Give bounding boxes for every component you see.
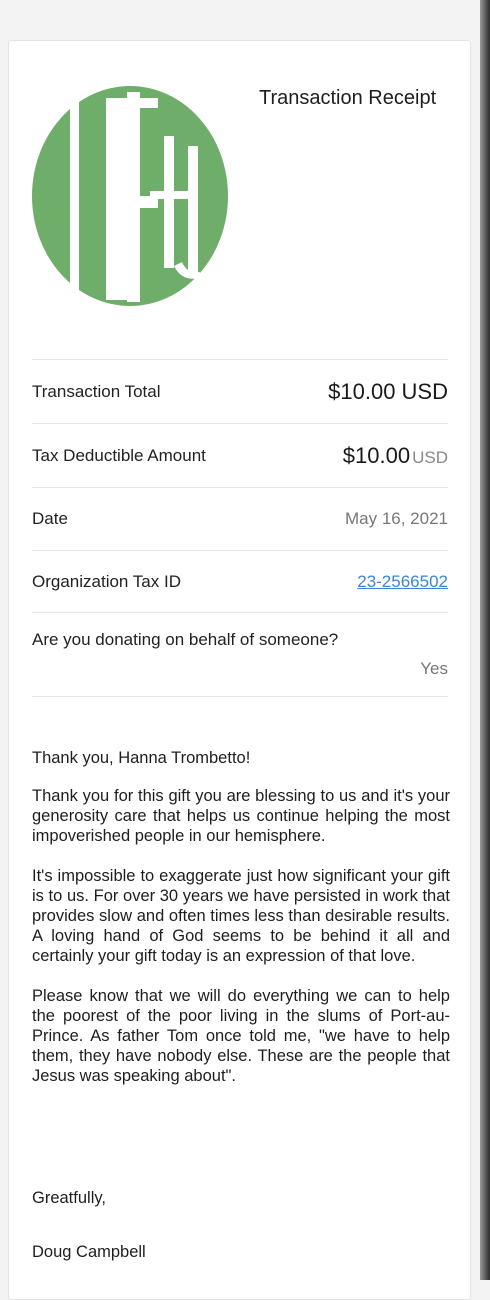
on-behalf-row: Are you donating on behalf of someone? Y… <box>32 612 448 697</box>
org-tax-id-row: Organization Tax ID 23-2566502 <box>32 550 448 612</box>
date-value: May 16, 2021 <box>344 509 448 528</box>
transaction-total-label: Transaction Total <box>32 381 161 401</box>
receipt-details: Transaction Total $10.00 USD Tax Deducti… <box>32 359 448 697</box>
transaction-total-row: Transaction Total $10.00 USD <box>32 359 448 423</box>
message-greeting: Thank you, Hanna Trombetto! <box>32 749 251 767</box>
on-behalf-answer: Yes <box>420 659 448 678</box>
on-behalf-question: Are you donating on behalf of someone? <box>32 630 339 649</box>
screen-edge-shadow <box>480 0 490 1280</box>
tax-deductible-amount: $10.00 <box>342 442 411 468</box>
thank-you-message: Thank you, Hanna Trombetto! Thank you fo… <box>32 748 450 1106</box>
receipt-title: Transaction Receipt <box>259 87 437 109</box>
message-paragraph: Please know that we will do everything w… <box>32 987 450 1085</box>
receipt-card: Transaction Receipt Transaction Total $1… <box>8 40 471 1300</box>
message-signature: Doug Campbell <box>32 1243 146 1261</box>
tax-deductible-unit: USD <box>412 447 448 467</box>
tax-deductible-value: $10.00 USD <box>343 443 448 469</box>
hf-monogram-logo-icon <box>32 86 228 306</box>
org-tax-id-link[interactable]: 23-2566502 <box>357 572 448 592</box>
message-paragraph: It's impossible to exaggerate just how s… <box>32 867 450 965</box>
date-label: Date <box>32 509 68 528</box>
transaction-total-value: $10.00 USD <box>328 378 448 404</box>
tax-deductible-row: Tax Deductible Amount $10.00 USD <box>32 423 448 487</box>
org-tax-id-label: Organization Tax ID <box>32 571 181 591</box>
message-closing: Greatfully, <box>32 1189 106 1207</box>
date-row: Date May 16, 2021 <box>32 487 448 550</box>
message-paragraph: Thank you for this gift you are blessing… <box>32 787 450 845</box>
tax-deductible-label: Tax Deductible Amount <box>32 445 206 465</box>
